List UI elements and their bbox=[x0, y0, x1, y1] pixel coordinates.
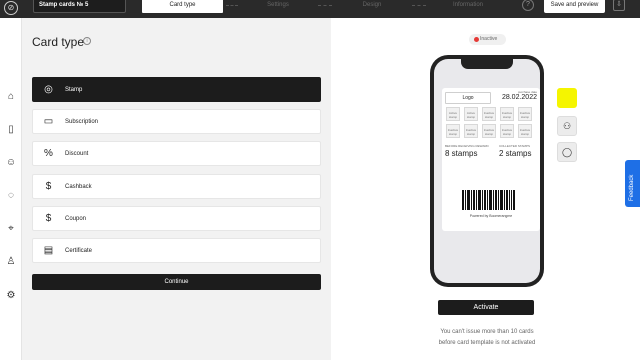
users-icon[interactable]: ☺ bbox=[5, 157, 17, 169]
tab-information[interactable]: Information bbox=[428, 0, 508, 13]
step-divider bbox=[318, 5, 332, 6]
tab-settings[interactable]: Settings bbox=[240, 0, 316, 13]
reward-label: BEFORE RECEIVING REWARD bbox=[445, 144, 489, 148]
chat-icon[interactable]: ◯ bbox=[557, 142, 577, 162]
option-discount[interactable]: % Discount bbox=[32, 141, 321, 166]
card-type-panel: Card type i ◎ Stamp ▭ Subscription % Dis… bbox=[22, 18, 331, 360]
limit-note-line2: before card template is not activated bbox=[438, 340, 536, 346]
option-label: Certificate bbox=[65, 248, 93, 254]
project-name-field[interactable]: Stamp cards № 5 bbox=[33, 0, 126, 13]
top-bar: ⊘ Stamp cards № 5 Card type Settings Des… bbox=[0, 0, 640, 18]
certificate-icon: ▤ bbox=[43, 245, 54, 256]
option-certificate[interactable]: ▤ Certificate bbox=[32, 238, 321, 263]
step-divider bbox=[412, 5, 426, 6]
stamp-card-preview: Logo purchase date 28.02.2022 Active sta… bbox=[442, 88, 540, 231]
continue-button[interactable]: Continue bbox=[32, 274, 321, 290]
app-logo-icon[interactable]: ⊘ bbox=[4, 1, 18, 15]
user-icon[interactable]: ♙ bbox=[5, 256, 17, 268]
status-label: Inactive bbox=[480, 36, 498, 42]
option-label: Cashback bbox=[65, 184, 92, 190]
stamp-slot: Active stamp bbox=[464, 107, 478, 121]
status-dot bbox=[474, 37, 479, 42]
save-and-preview-button[interactable]: Save and preview bbox=[544, 0, 605, 13]
location-icon[interactable]: ⌖ bbox=[5, 223, 17, 235]
powered-by-text: Powered by Boomerangme bbox=[469, 214, 513, 218]
phone-screen: Logo purchase date 28.02.2022 Active sta… bbox=[434, 59, 540, 283]
stamp-slot: Inactive stamp bbox=[446, 124, 460, 138]
stamp-slot: Inactive stamp bbox=[518, 107, 532, 121]
status-badge: Inactive bbox=[469, 34, 506, 45]
option-coupon[interactable]: $ Coupon bbox=[32, 206, 321, 231]
tab-card-type[interactable]: Card type bbox=[142, 0, 223, 13]
stamp-icon: ◎ bbox=[44, 84, 53, 95]
android-icon[interactable]: ⚇ bbox=[557, 116, 577, 136]
question-icon[interactable]: ? bbox=[522, 0, 534, 11]
barcode-image bbox=[462, 190, 515, 210]
option-label: Coupon bbox=[65, 216, 87, 222]
reward-value: 8 stamps bbox=[445, 149, 478, 158]
card-date: 28.02.2022 bbox=[501, 94, 537, 101]
chat-icon[interactable]: ◌ bbox=[5, 190, 17, 202]
percent-icon: % bbox=[44, 148, 53, 159]
home-icon[interactable]: ⌂ bbox=[5, 91, 17, 103]
phone-preview: Logo purchase date 28.02.2022 Active sta… bbox=[430, 55, 544, 287]
download-icon[interactable]: ⇩ bbox=[613, 0, 625, 11]
card-icon[interactable]: ▯ bbox=[5, 124, 17, 136]
stamp-slot: Inactive stamp bbox=[482, 107, 496, 121]
option-subscription[interactable]: ▭ Subscription bbox=[32, 109, 321, 134]
stamp-slot: Inactive stamp bbox=[482, 124, 496, 138]
limit-note-line1: You can't issue more than 10 cards bbox=[440, 329, 534, 335]
stamp-slot: Inactive stamp bbox=[464, 124, 478, 138]
page-title: Card type bbox=[32, 35, 85, 49]
ticket-icon: ▭ bbox=[43, 116, 54, 127]
option-label: Discount bbox=[65, 151, 89, 157]
left-nav: ⌂ ▯ ☺ ◌ ⌖ ♙ ⚙ bbox=[0, 18, 22, 360]
info-icon[interactable]: i bbox=[83, 37, 91, 45]
collected-value: 2 stamps bbox=[499, 149, 532, 158]
option-label: Stamp bbox=[65, 87, 83, 93]
feedback-label: Feedback bbox=[629, 174, 635, 201]
gear-icon[interactable]: ⚙ bbox=[5, 290, 17, 302]
stamp-slot: Inactive stamp bbox=[500, 124, 514, 138]
tab-design[interactable]: Design bbox=[334, 0, 410, 13]
option-stamp[interactable]: ◎ Stamp bbox=[32, 77, 321, 102]
option-label: Subscription bbox=[65, 119, 99, 125]
stamp-slot: Inactive stamp bbox=[518, 124, 532, 138]
activate-button[interactable]: Activate bbox=[438, 300, 534, 315]
coupon-icon: $ bbox=[45, 213, 52, 224]
dollar-icon: $ bbox=[45, 181, 52, 192]
collected-label: COLLECTED STAMPS bbox=[499, 144, 530, 148]
stamp-slot: Active stamp bbox=[446, 107, 460, 121]
stamp-slot: Inactive stamp bbox=[500, 107, 514, 121]
apple-icon[interactable] bbox=[557, 88, 577, 108]
step-divider bbox=[226, 5, 238, 6]
phone-notch bbox=[461, 59, 513, 69]
option-cashback[interactable]: $ Cashback bbox=[32, 174, 321, 199]
card-logo: Logo bbox=[445, 92, 491, 104]
feedback-button[interactable]: Feedback bbox=[625, 160, 640, 207]
